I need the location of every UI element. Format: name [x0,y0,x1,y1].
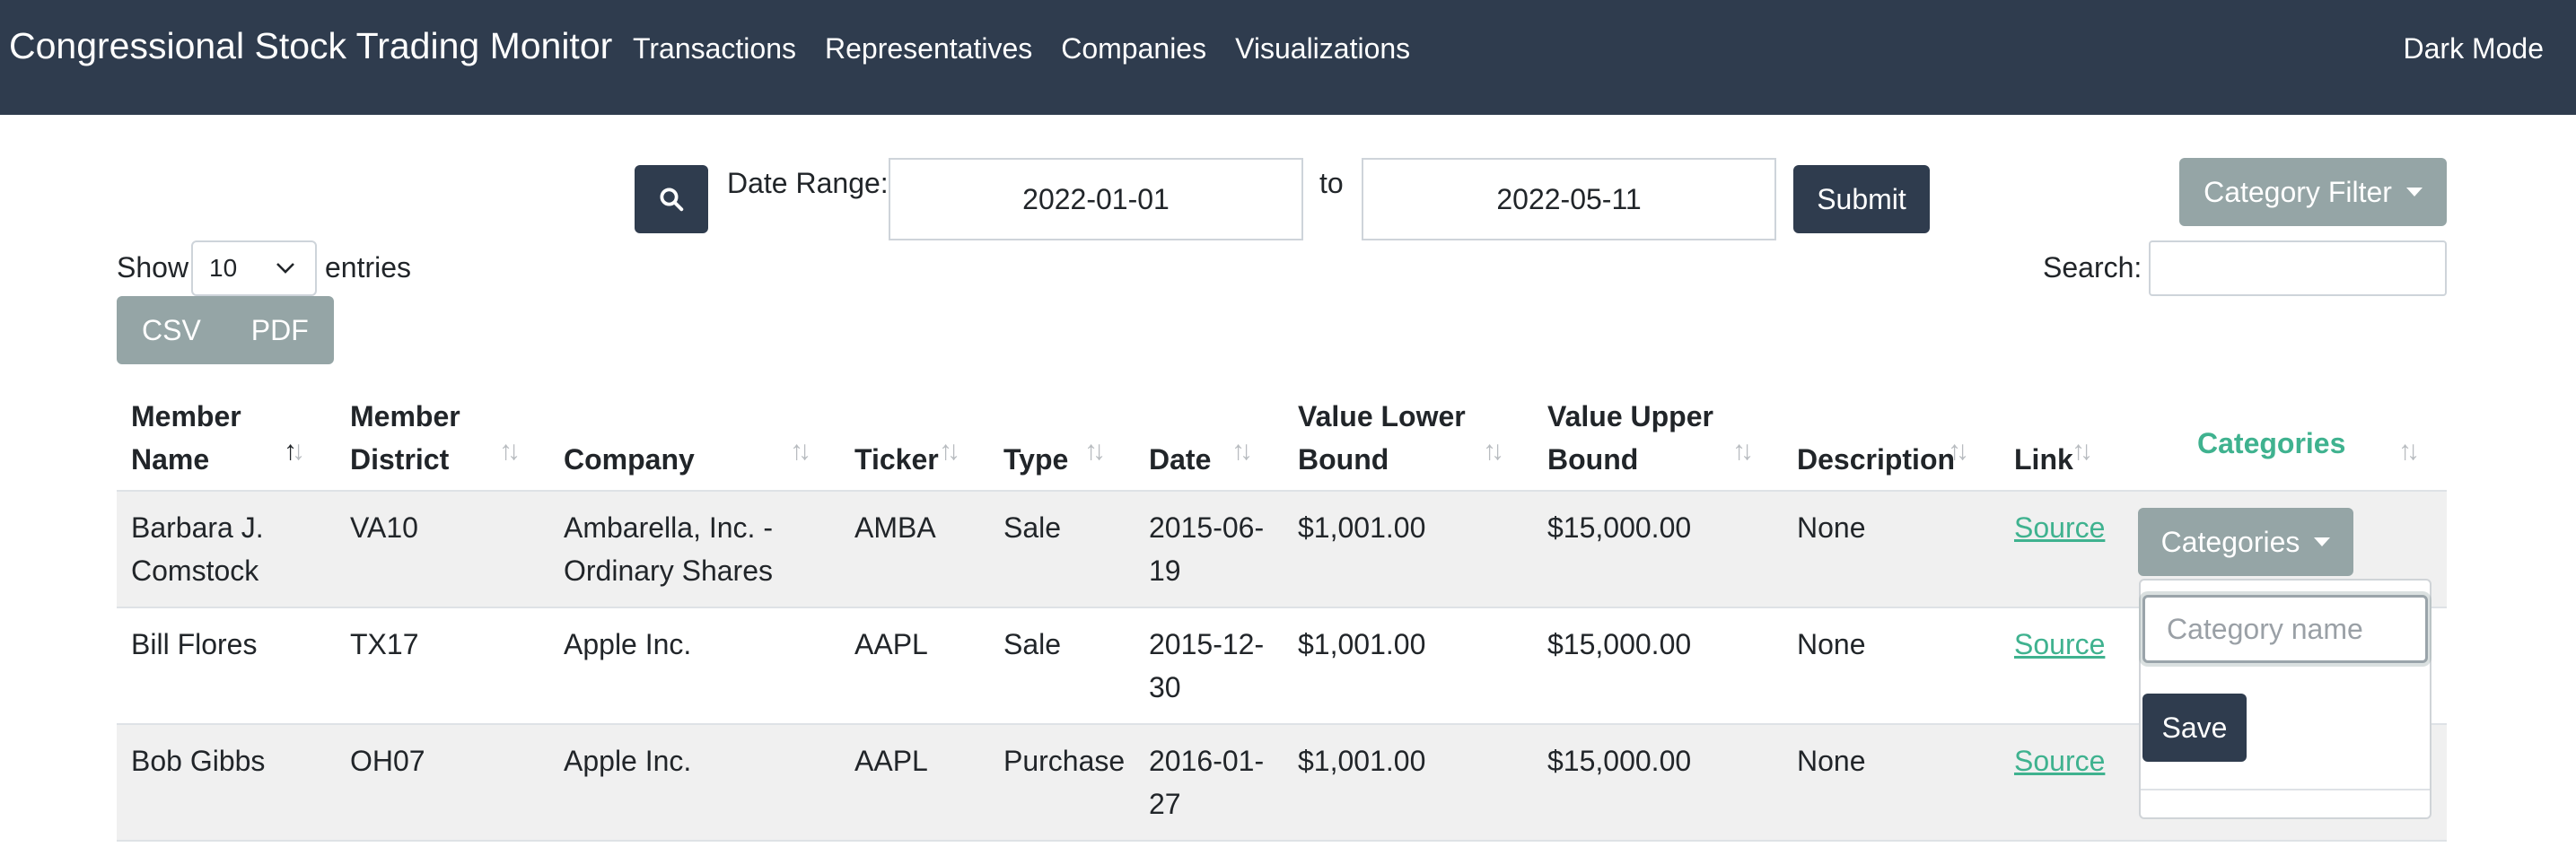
category-filter-label: Category Filter [2204,175,2392,208]
caret-down-icon [2405,188,2423,196]
header-description[interactable]: Description [1797,438,1955,481]
cell-value-lower: $1,001.00 [1298,628,1426,660]
sort-icon[interactable]: ↑↓ [2072,436,2093,467]
cell-date: 2015-12- 30 [1149,628,1265,703]
save-category-button[interactable]: Save [2142,694,2247,762]
date-range-label: Date Range: [727,167,889,199]
entries-label: entries [325,251,412,284]
sort-icon[interactable]: ↑↓ [1483,436,1504,467]
cell-date: 2015-06- 19 [1149,511,1265,587]
cell-description: None [1797,511,1866,544]
show-label: Show [117,251,189,284]
cell-member-name: Bill Flores [131,628,258,660]
cell-ticker: AAPL [854,745,928,777]
date-search-button[interactable] [635,165,708,233]
nav-link-representatives[interactable]: Representatives [825,32,1032,65]
date-from-input[interactable]: 2022-01-01 [889,158,1303,240]
cell-member-district: TX17 [350,628,419,660]
navbar: Congressional Stock Trading Monitor Tran… [0,0,2576,115]
sort-icon[interactable]: ↑↓ [1732,436,1754,467]
entries-select[interactable]: 10 [191,240,317,296]
sort-icon[interactable]: ↑↓ [1084,436,1106,467]
submit-button[interactable]: Submit [1793,165,1930,233]
row-categories-label: Categories [2160,525,2300,558]
caret-down-icon [2314,537,2331,546]
nav-link-transactions[interactable]: Transactions [633,32,796,65]
chevron-down-icon [276,263,294,274]
sort-icon[interactable]: ↑↓ [790,436,811,467]
header-link[interactable]: Link [2014,438,2073,481]
header-value-upper[interactable]: Value Upper Bound [1547,395,1713,481]
sort-icon[interactable]: ↑↓ [284,436,305,467]
sort-icon[interactable]: ↑↓ [2398,436,2420,467]
cell-value-upper: $15,000.00 [1547,745,1692,777]
pdf-export-button[interactable]: PDF [226,296,334,364]
csv-export-button[interactable]: CSV [117,296,226,364]
table-row: Bob Gibbs OH07 Apple Inc. AAPL Purchase … [117,725,2447,842]
header-value-lower[interactable]: Value Lower Bound [1298,395,1466,481]
source-link[interactable]: Source [2014,506,2105,549]
to-label: to [1319,167,1344,199]
sort-icon[interactable]: ↑↓ [939,436,960,467]
brand-title[interactable]: Congressional Stock Trading Monitor [9,25,612,67]
cell-date: 2016-01- 27 [1149,745,1265,820]
cell-company: Apple Inc. [564,628,692,660]
nav-links: Transactions Representatives Companies V… [633,32,1410,65]
nav-link-visualizations[interactable]: Visualizations [1235,32,1410,65]
search-icon [660,188,684,212]
table-row: Barbara J. Comstock VA10 Ambarella, Inc. … [117,492,2447,608]
cell-ticker: AMBA [854,511,936,544]
cell-member-name: Bob Gibbs [131,745,266,777]
cell-value-upper: $15,000.00 [1547,628,1692,660]
cell-value-lower: $1,001.00 [1298,511,1426,544]
source-link[interactable]: Source [2014,623,2105,666]
table-header: Member Name ↑↓ Member District ↑↓ Company … [117,377,2447,492]
cell-value-upper: $15,000.00 [1547,511,1692,544]
sort-icon[interactable]: ↑↓ [1231,436,1253,467]
search-label: Search: [2043,251,2142,284]
cell-type: Sale [1003,511,1062,544]
cell-type: Sale [1003,628,1062,660]
transactions-table: Member Name ↑↓ Member District ↑↓ Company … [117,377,2447,842]
header-date[interactable]: Date [1149,438,1211,481]
nav-link-companies[interactable]: Companies [1061,32,1206,65]
cell-company: Apple Inc. [564,745,692,777]
cell-description: None [1797,745,1866,777]
export-button-group: CSV PDF [117,296,334,364]
cell-member-name: Barbara J. Comstock [131,511,264,587]
sort-icon[interactable]: ↑↓ [499,436,521,467]
table-search-input[interactable] [2149,240,2447,296]
header-company[interactable]: Company [564,438,695,481]
header-ticker[interactable]: Ticker [854,438,939,481]
cell-ticker: AAPL [854,628,928,660]
header-member-name[interactable]: Member Name [131,395,241,481]
sort-icon[interactable]: ↑↓ [1948,436,1969,467]
header-categories[interactable]: Categories [2197,422,2345,465]
date-to-input[interactable]: 2022-05-11 [1362,158,1776,240]
cell-member-district: VA10 [350,511,418,544]
cell-value-lower: $1,001.00 [1298,745,1426,777]
category-name-input[interactable]: Category name [2142,595,2428,663]
category-filter-button[interactable]: Category Filter [2179,158,2447,226]
cell-member-district: OH07 [350,745,425,777]
cell-company: Ambarella, Inc. - Ordinary Shares [564,511,773,587]
cell-type: Purchase [1003,745,1126,777]
dropdown-divider [2141,789,2430,790]
header-member-district[interactable]: Member District [350,395,460,481]
category-dropdown-menu: Category name Save [2139,579,2431,819]
header-type[interactable]: Type [1003,438,1068,481]
entries-value: 10 [209,254,238,282]
source-link[interactable]: Source [2014,739,2105,782]
cell-description: None [1797,628,1866,660]
row-categories-button[interactable]: Categories [2138,508,2353,576]
dark-mode-toggle[interactable]: Dark Mode [2404,32,2545,65]
table-row: Bill Flores TX17 Apple Inc. AAPL Sale 20… [117,608,2447,725]
